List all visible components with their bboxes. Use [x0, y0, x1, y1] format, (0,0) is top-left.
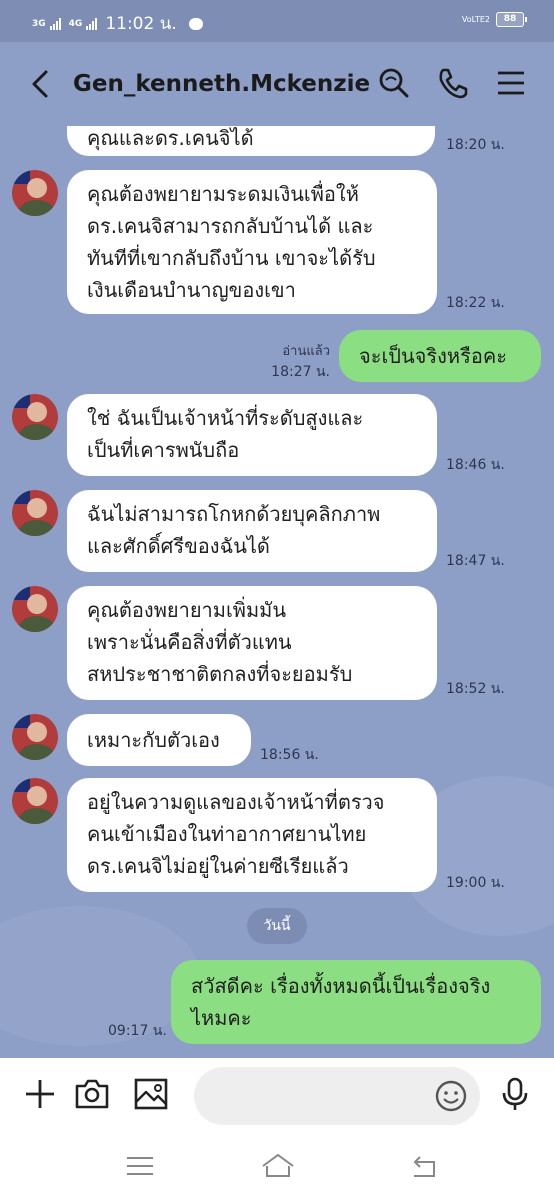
message-time: 18:52 น. [446, 681, 505, 697]
message-text: ไหมคะ [191, 1006, 252, 1030]
avatar[interactable] [12, 714, 58, 760]
avatar-image [12, 778, 58, 824]
message-bubble-outgoing[interactable]: สวัสดีคะ เรื่องทั้งหมดนี้เป็นเรื่องจริง … [171, 960, 541, 1044]
message-time: 19:00 น. [446, 875, 505, 891]
message-bubble-incoming[interactable]: อยู่ในความดูแลของเจ้าหน้าที่ตรวจ คนเข้าเ… [67, 778, 437, 892]
avatar[interactable] [12, 586, 58, 632]
system-nav-bar [0, 1134, 554, 1200]
read-label: อ่านแล้ว [282, 344, 330, 359]
chat-area[interactable]: คุณและดร.เคนจิได้ 18:20 น. คุณต้องพยายาม… [0, 126, 554, 1058]
message-text: คนเข้าเมืองในท่าอากาศยานไทย [87, 822, 367, 846]
message-bubble-incoming[interactable]: คุณต้องพยายามเพิ่มมัน เพราะนั่นคือสิ่งที… [67, 586, 437, 700]
message-time: 18:56 น. [260, 747, 319, 763]
message-time: 18:20 น. [446, 137, 505, 153]
message-text: ฉันไม่สามารถโกหกด้วยบุคลิกภาพ [87, 502, 381, 526]
input-bar [0, 1058, 554, 1134]
message-bubble-incoming[interactable]: คุณต้องพยายามระดมเงินเพื่อให้ ดร.เคนจิสา… [67, 170, 437, 314]
home-icon[interactable] [260, 1152, 296, 1180]
avatar-image [12, 714, 58, 760]
signal-icon-2 [86, 17, 98, 30]
message-text: สหประชาชาติตกลงที่จะยอมรับ [87, 662, 353, 686]
message-time: 18:46 น. [446, 457, 505, 473]
phone-icon[interactable] [436, 66, 470, 100]
message-text: ทันทีที่เขากลับถึงบ้าน เขาจะได้รับ [87, 246, 376, 270]
volte-label: VoLTE2 [461, 14, 490, 24]
message-text: ใช่ ฉันเป็นเจ้าหน้าที่ระดับสูงและ [87, 406, 364, 430]
message-bubble-incoming[interactable]: เหมาะกับตัวเอง [67, 714, 251, 766]
sim2-label: 4G [68, 18, 83, 29]
search-icon[interactable] [377, 66, 411, 100]
menu-icon[interactable] [494, 66, 528, 100]
message-text: อยู่ในความดูแลของเจ้าหน้าที่ตรวจ [87, 790, 385, 814]
message-time: 18:27 น. [271, 364, 330, 380]
message-text: จะเป็นจริงหรือคะ [359, 344, 507, 368]
avatar[interactable] [12, 170, 58, 216]
line-notification-icon [188, 17, 203, 30]
message-text: คุณและดร.เคนจิได้ [87, 126, 254, 150]
emoji-icon[interactable] [434, 1079, 468, 1113]
message-bubble-incoming[interactable]: ใช่ ฉันเป็นเจ้าหน้าที่ระดับสูงและ เป็นที… [67, 394, 437, 476]
signal-icon [49, 17, 61, 30]
date-separator: วันนี้ [247, 908, 307, 944]
read-receipt: อ่านแล้ว 18:27 น. [270, 340, 330, 383]
background-cloud [0, 906, 200, 1046]
microphone-icon[interactable] [497, 1076, 533, 1112]
message-time: 09:17 น. [108, 1023, 167, 1039]
avatar-image [12, 394, 58, 440]
avatar-image [12, 490, 58, 536]
avatar[interactable] [12, 490, 58, 536]
message-text: ดร.เคนจิสามารถกลับบ้านได้ และ [87, 214, 374, 238]
battery-icon: 88 [496, 12, 527, 27]
camera-icon[interactable] [74, 1076, 110, 1112]
back-icon[interactable] [408, 1152, 440, 1180]
back-arrow-icon[interactable] [26, 66, 56, 102]
message-text: สวัสดีคะ เรื่องทั้งหมดนี้เป็นเรื่องจริง [191, 974, 491, 998]
message-text: และศักดิ์ศรีของฉันได้ [87, 534, 270, 558]
message-text: ดร.เคนจิไม่อยู่ในค่ายซีเรียแล้ว [87, 854, 349, 878]
avatar-image [12, 586, 58, 632]
message-bubble-incoming[interactable]: คุณและดร.เคนจิได้ [67, 126, 435, 156]
recent-apps-icon[interactable] [124, 1152, 156, 1180]
battery-level: 88 [503, 14, 517, 24]
message-text: คุณต้องพยายามระดมเงินเพื่อให้ [87, 182, 359, 206]
contact-name[interactable]: Gen_kenneth.Mckenzie [73, 71, 370, 97]
avatar[interactable] [12, 394, 58, 440]
message-text: เงินเดือนบำนาญของเขา [87, 278, 296, 302]
message-text: เพราะนั่นคือสิ่งที่ตัวแทน [87, 630, 292, 654]
avatar[interactable] [12, 778, 58, 824]
message-text: คุณต้องพยายามเพิ่มมัน [87, 598, 287, 622]
message-time: 18:22 น. [446, 295, 505, 311]
message-bubble-outgoing[interactable]: จะเป็นจริงหรือคะ [339, 330, 541, 382]
chat-header: Gen_kenneth.Mckenzie [0, 42, 554, 126]
avatar-image [12, 170, 58, 216]
image-icon[interactable] [133, 1076, 169, 1112]
sim1-label: 3G [32, 18, 46, 29]
clock: 11:02 น. [105, 14, 177, 34]
message-bubble-incoming[interactable]: ฉันไม่สามารถโกหกด้วยบุคลิกภาพ และศักดิ์ศ… [67, 490, 437, 572]
status-bar: 3G 4G 11:02 น. VoLTE2 88 [0, 0, 554, 42]
plus-icon[interactable] [22, 1076, 58, 1112]
message-text: เหมาะกับตัวเอง [87, 728, 220, 752]
message-time: 18:47 น. [446, 553, 505, 569]
message-text: เป็นที่เคารพนับถือ [87, 438, 240, 462]
